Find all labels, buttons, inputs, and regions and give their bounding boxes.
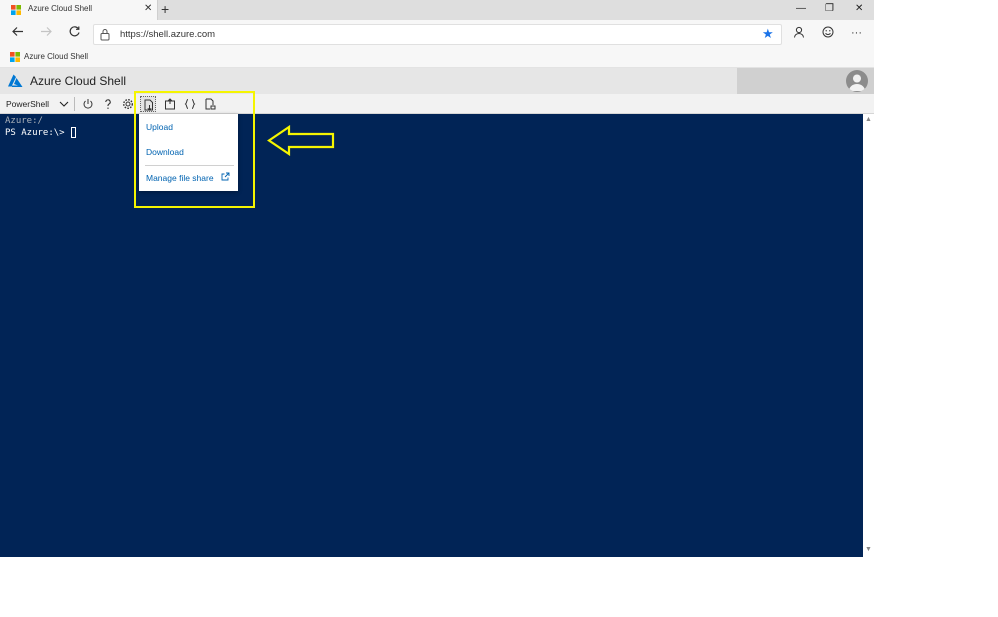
close-window-button[interactable]: ✕	[855, 3, 863, 15]
refresh-button[interactable]	[68, 25, 81, 42]
feedback-button[interactable]	[822, 26, 834, 42]
annotation-highlight-box	[134, 91, 255, 208]
tab-strip: Azure Cloud Shell ✕ + — ❐ ✕	[0, 0, 874, 20]
terminal-prompt: PS Azure:\>	[5, 128, 65, 138]
lock-icon	[100, 29, 110, 41]
profile-icon	[794, 26, 804, 38]
shell-type-dropdown[interactable]: PowerShell	[3, 96, 69, 112]
terminal-cursor	[71, 127, 76, 138]
shell-type-label: PowerShell	[6, 99, 49, 109]
cloud-shell-toolbar: PowerShell	[0, 94, 874, 114]
question-mark-icon	[105, 99, 111, 109]
new-tab-button[interactable]: +	[161, 1, 169, 17]
scroll-up-arrow-icon[interactable]: ▲	[865, 116, 872, 124]
help-button[interactable]	[100, 96, 116, 112]
avatar[interactable]	[846, 70, 868, 92]
back-arrow-icon	[12, 27, 23, 36]
user-avatar-icon	[849, 74, 865, 91]
favorite-link[interactable]: Azure Cloud Shell	[24, 52, 88, 61]
microsoft-logo-icon	[10, 52, 20, 62]
gear-icon	[122, 98, 134, 110]
browser-window: Azure Cloud Shell ✕ + — ❐ ✕ https://shel…	[0, 0, 874, 557]
more-options-icon[interactable]: ···	[851, 26, 862, 40]
account-area	[737, 68, 874, 94]
smiley-icon	[822, 26, 834, 38]
profile-button[interactable]	[793, 26, 805, 42]
address-bar[interactable]: https://shell.azure.com ★	[93, 24, 782, 45]
terminal-path-line: Azure:/	[5, 116, 43, 126]
forward-button[interactable]	[40, 25, 53, 42]
browser-tab[interactable]: Azure Cloud Shell ✕	[0, 0, 158, 20]
annotation-arrow-icon	[267, 125, 335, 156]
chevron-down-icon	[59, 101, 69, 107]
minimize-button[interactable]: —	[796, 3, 806, 15]
portal-title: Azure Cloud Shell	[30, 74, 127, 88]
restore-button[interactable]: ❐	[825, 3, 834, 15]
portal-header: Azure Cloud Shell	[0, 68, 874, 94]
favorites-bar: Azure Cloud Shell	[0, 48, 874, 68]
navigation-bar: https://shell.azure.com ★ ···	[0, 20, 874, 48]
favorite-star-icon[interactable]: ★	[762, 26, 774, 42]
forward-arrow-icon	[41, 27, 52, 36]
terminal-scrollbar[interactable]: ▲ ▼	[863, 114, 874, 557]
back-button[interactable]	[11, 25, 24, 42]
azure-logo-icon	[8, 74, 23, 87]
tab-title: Azure Cloud Shell	[28, 4, 93, 13]
url-text: https://shell.azure.com	[120, 29, 216, 40]
scroll-down-arrow-icon[interactable]: ▼	[865, 546, 872, 554]
restart-button[interactable]	[80, 96, 96, 112]
refresh-icon	[69, 26, 80, 37]
toolbar-divider	[74, 97, 75, 111]
tab-close-icon[interactable]: ✕	[144, 3, 152, 15]
microsoft-logo-icon	[11, 5, 21, 15]
terminal[interactable]: Azure:/ PS Azure:\> ▲ ▼	[0, 114, 874, 557]
power-icon	[83, 99, 93, 109]
